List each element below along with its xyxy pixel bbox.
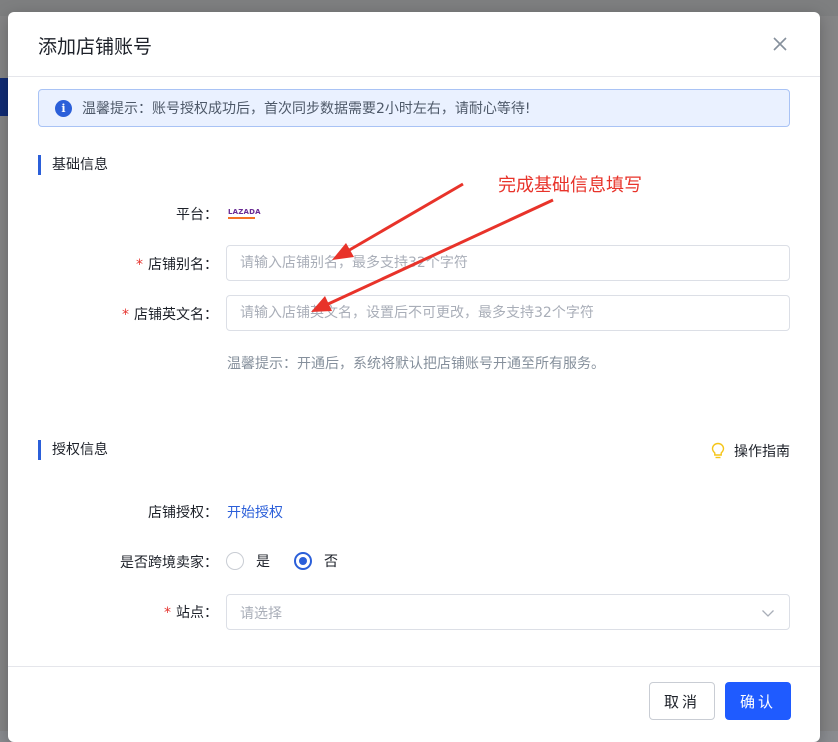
shop-english-name-label: * 店铺英文名： — [122, 307, 218, 323]
dialog-header: 添加店铺账号 — [8, 12, 820, 77]
radio-checked-dot — [299, 557, 307, 565]
shop-auth-label: 店铺授权： — [148, 505, 218, 521]
site-label: * 站点： — [164, 605, 218, 621]
radio-no[interactable] — [294, 552, 312, 570]
basic-info-section-title: 基础信息 — [38, 155, 108, 175]
chevron-down-icon — [762, 610, 774, 617]
start-authorization-link[interactable]: 开始授权 — [227, 502, 283, 522]
sync-tip-alert: i 温馨提示：账号授权成功后，首次同步数据需要2小时左右，请耐心等待! — [38, 89, 790, 127]
close-button[interactable] — [770, 34, 790, 54]
annotation-text: 完成基础信息填写 — [498, 175, 642, 196]
radio-yes-label[interactable]: 是 — [256, 551, 270, 571]
add-shop-account-dialog: 添加店铺账号 i 温馨提示：账号授权成功后，首次同步数据需要2小时左右，请耐心等… — [8, 12, 820, 742]
dialog-title: 添加店铺账号 — [38, 36, 153, 58]
cancel-button[interactable]: 取消 — [649, 682, 715, 720]
shop-alias-input[interactable] — [226, 245, 790, 281]
alert-text: 温馨提示：账号授权成功后，首次同步数据需要2小时左右，请耐心等待! — [82, 101, 531, 117]
confirm-button[interactable]: 确认 — [725, 682, 791, 720]
shop-english-name-input[interactable] — [226, 295, 790, 331]
service-hint-text: 温馨提示：开通后，系统将默认把店铺账号开通至所有服务。 — [227, 356, 605, 372]
operation-guide-label: 操作指南 — [734, 444, 790, 460]
info-icon: i — [55, 99, 72, 117]
close-icon — [773, 37, 787, 51]
platform-label: 平台： — [176, 207, 218, 223]
radio-yes[interactable] — [226, 552, 244, 570]
cross-border-seller-label: 是否跨境卖家： — [120, 555, 218, 571]
shop-alias-label: * 店铺别名： — [136, 257, 218, 273]
lightbulb-icon — [711, 442, 725, 459]
radio-no-label[interactable]: 否 — [324, 551, 338, 571]
operation-guide-link[interactable]: 操作指南 — [710, 441, 790, 461]
auth-info-section-title: 授权信息 — [38, 440, 108, 460]
cross-border-radio-group: 是 否 — [226, 551, 362, 571]
site-select-placeholder: 请选择 — [240, 606, 282, 622]
lazada-logo: LAZADA — [228, 208, 261, 219]
dialog-footer-divider — [8, 666, 820, 667]
site-select[interactable]: 请选择 — [226, 594, 790, 630]
